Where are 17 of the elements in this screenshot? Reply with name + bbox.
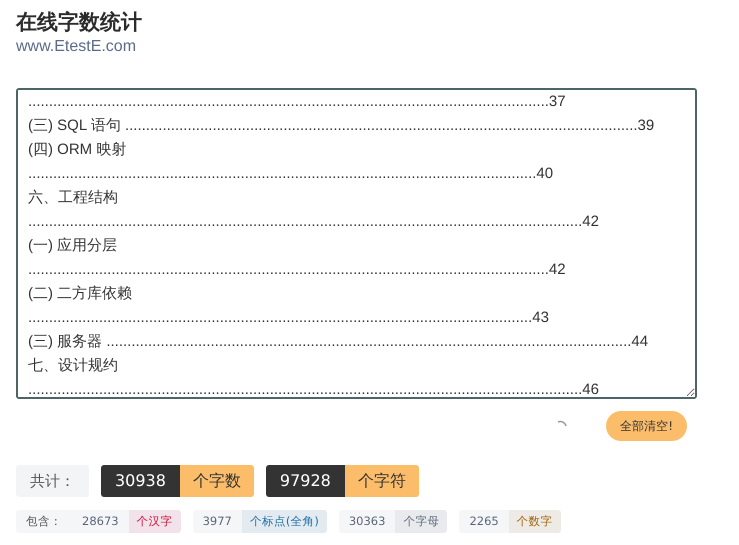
total-unit: 个字数 (180, 465, 254, 497)
total-unit: 个字符 (344, 465, 419, 497)
breakdown-unit: 个标点(全角) (242, 510, 327, 533)
breakdown-unit: 个数字 (508, 510, 561, 533)
breakdown-count: 3977 (202, 513, 233, 530)
site-url: www.EtestE.com (16, 37, 136, 57)
clear-all-button[interactable]: 全部清空! (606, 411, 687, 441)
breakdown-unit: 个字母 (395, 510, 448, 533)
text-input-field[interactable]: .............................................................................................................................37 (三) SQL 语句 ...........................................................................................................................39 (四) ORM 映射 ..........................................................................................................................40 六、工程结构 .....................................................................................................................................42 (一) 应用分层 .............................................................................................................................42 (二) 二方库依赖 .........................................................................................................................43 (三) 服务器 ..............................................................................................................................44 七、设计规约 .....................................................................................................................................46 (16, 88, 697, 399)
breakdown-count: 2265 (468, 513, 500, 530)
total-label: 共计： (16, 465, 89, 497)
page-title: 在线字数统计 (16, 9, 143, 36)
total-count: 30938 (101, 465, 180, 497)
breakdown-unit: 个汉字 (128, 510, 181, 533)
total-count: 97928 (266, 465, 345, 497)
breakdown-count: 28673 (81, 513, 120, 530)
breakdown-count: 30363 (348, 513, 386, 530)
